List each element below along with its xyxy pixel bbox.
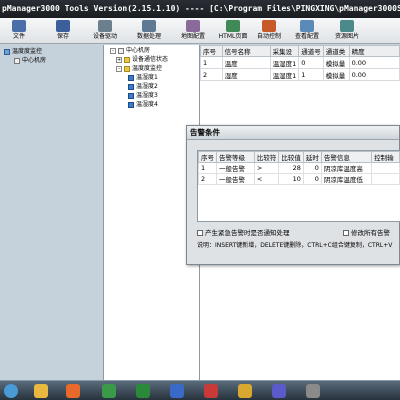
- collapse-icon[interactable]: -: [110, 47, 116, 54]
- browser-icon[interactable]: [102, 384, 116, 398]
- main-toolbar: 文件 保存 设备驱动 数据处理 地图配置 HTML页面 自动控制 查看配置 资源…: [0, 18, 400, 44]
- folder-icon: [124, 65, 130, 72]
- column-header[interactable]: 序号: [200, 45, 223, 57]
- left-tree-item-monitor[interactable]: 温度度监控: [4, 47, 42, 56]
- map-config-icon: [186, 20, 200, 32]
- column-header[interactable]: 告警等级: [216, 151, 255, 163]
- tree-item-sensor-1[interactable]: 温湿度1: [128, 73, 158, 82]
- sensor-icon: [128, 92, 134, 99]
- monitor-icon: [4, 48, 10, 55]
- tree-item-sensor-3[interactable]: 温湿度3: [128, 91, 158, 100]
- app1-icon[interactable]: [170, 384, 184, 398]
- app2-icon[interactable]: [204, 384, 218, 398]
- sensor-icon: [128, 101, 134, 108]
- toolbar-view-config-button[interactable]: 查看配置: [290, 19, 324, 43]
- toolbar-resource-image-button[interactable]: 资源图片: [330, 19, 364, 43]
- notify-checkbox-row[interactable]: 产生紧急告警时是否通知处理: [197, 228, 290, 238]
- tree-item-sensor-2[interactable]: 温湿度2: [128, 82, 158, 91]
- table-row[interactable]: 2 一般告警 < 10 0 阴凉库温度低: [198, 173, 400, 185]
- column-header[interactable]: 通道号: [298, 45, 324, 57]
- column-header[interactable]: 信号名称: [221, 45, 271, 57]
- column-header[interactable]: 通道类: [322, 45, 350, 57]
- toolbar-auto-control-button[interactable]: 自动控制: [252, 19, 286, 43]
- house-icon: [118, 47, 124, 54]
- app3-icon[interactable]: [238, 384, 252, 398]
- toolbar-device-driver-button[interactable]: 设备驱动: [88, 19, 122, 43]
- file-icon: [12, 20, 26, 32]
- folder-icon: [124, 56, 130, 63]
- alarm-table: 序号 告警等级 比较符 比较值 延时 告警信息 控制输 1 一般告警 > 28 …: [198, 151, 400, 185]
- table-row[interactable]: 1 一般告警 > 28 0 阴凉库温度高: [198, 162, 400, 174]
- expand-icon[interactable]: +: [116, 56, 122, 63]
- tree-item-temp-monitor[interactable]: - 温度度监控: [116, 64, 162, 73]
- tree-item-device-status[interactable]: + 设备通信状态: [116, 55, 168, 64]
- media-icon[interactable]: [66, 384, 80, 398]
- app4-icon[interactable]: [272, 384, 286, 398]
- left-tree-pane: 温度度监控 中心机房: [0, 45, 104, 380]
- app5-icon[interactable]: [306, 384, 320, 398]
- collapse-icon[interactable]: -: [116, 65, 122, 72]
- notify-checkbox[interactable]: [197, 230, 203, 236]
- window-title: pManager3000 Tools Version(2.15.1.10) --…: [2, 4, 400, 13]
- device-driver-icon: [98, 20, 112, 32]
- tree-item-sensor-4[interactable]: 温湿度4: [128, 100, 158, 109]
- signal-table: 序号 信号名称 采集设 通道号 通道类 精度 1 温度 温湿度1 0 模拟量 0…: [200, 45, 400, 81]
- toolbar-html-page-button[interactable]: HTML页面: [216, 19, 250, 43]
- data-processing-icon: [142, 20, 156, 32]
- column-header[interactable]: 延时: [302, 151, 322, 163]
- view-config-icon: [300, 20, 314, 32]
- column-header[interactable]: 控制输: [371, 151, 400, 163]
- alarm-condition-dialog: 告警条件 序号 告警等级 比较符 比较值 延时 告警信息 控制输 1 一般告警 …: [186, 125, 400, 265]
- tree-item-center-room[interactable]: - 中心机房: [110, 46, 150, 55]
- html-page-icon: [226, 20, 240, 32]
- column-header[interactable]: 告警信息: [320, 151, 373, 163]
- column-header[interactable]: 序号: [198, 151, 217, 163]
- column-header[interactable]: 比较值: [278, 151, 304, 163]
- column-header[interactable]: 比较符: [253, 151, 280, 163]
- house-icon: [14, 57, 20, 64]
- dialog-title[interactable]: 告警条件: [187, 126, 399, 140]
- auto-control-icon: [262, 20, 276, 32]
- save-icon: [56, 20, 70, 32]
- folder-icon[interactable]: [34, 384, 48, 398]
- column-header[interactable]: 采集设: [269, 45, 300, 57]
- table-row[interactable]: 1 温度 温湿度1 0 模拟量 0.00: [200, 56, 400, 69]
- start-icon[interactable]: [4, 384, 18, 398]
- taskbar: [0, 380, 400, 400]
- toolbar-file-button[interactable]: 文件: [2, 19, 36, 43]
- excel-icon[interactable]: [136, 384, 150, 398]
- modify-all-checkbox-row[interactable]: 修改所有告警: [343, 228, 390, 238]
- left-tree-item-center-room[interactable]: 中心机房: [14, 56, 46, 65]
- dialog-help-note: 说明：INSERT键新增，DELETE键删除，CTRL+C组合键复制，CTRL+…: [197, 242, 393, 249]
- sensor-icon: [128, 83, 134, 90]
- toolbar-save-button[interactable]: 保存: [46, 19, 80, 43]
- window-title-bar: pManager3000 Tools Version(2.15.1.10) --…: [0, 0, 400, 18]
- sensor-icon: [128, 74, 134, 81]
- resource-image-icon: [340, 20, 354, 32]
- table-row[interactable]: 2 湿度 温湿度1 1 模拟量 0.00: [200, 68, 400, 81]
- toolbar-map-config-button[interactable]: 地图配置: [176, 19, 210, 43]
- modify-all-checkbox[interactable]: [343, 230, 349, 236]
- toolbar-data-processing-button[interactable]: 数据处理: [132, 19, 166, 43]
- column-header[interactable]: 精度: [348, 45, 400, 57]
- alarm-table-container: 序号 告警等级 比较符 比较值 延时 告警信息 控制输 1 一般告警 > 28 …: [197, 150, 400, 222]
